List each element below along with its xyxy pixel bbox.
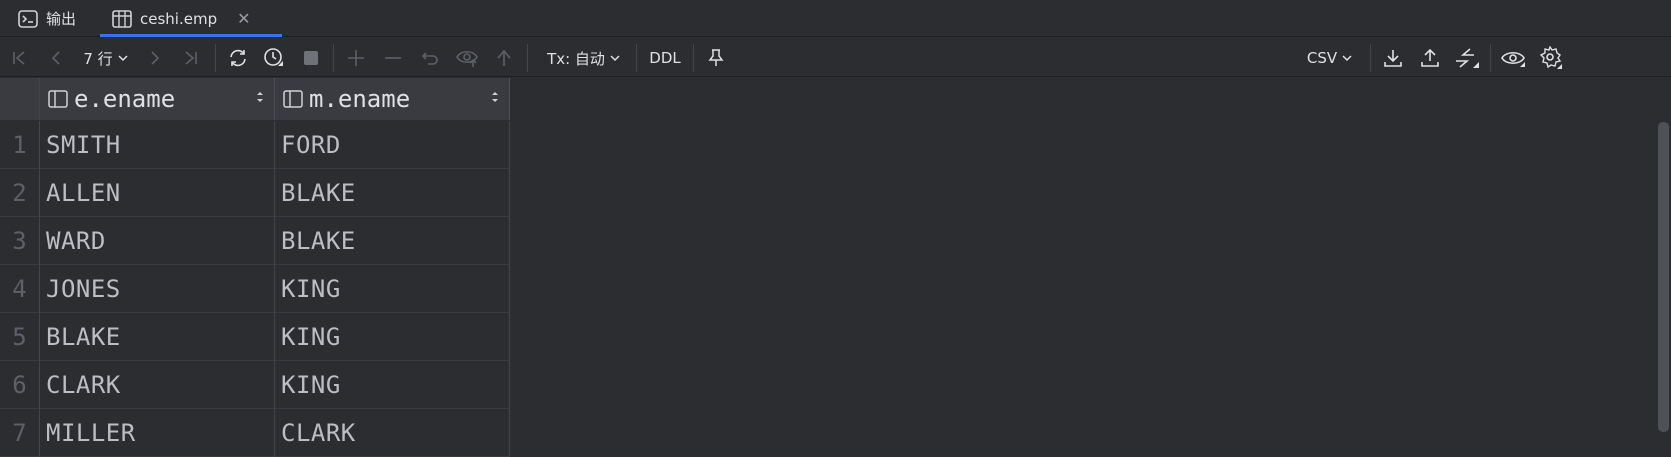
next-page-icon[interactable] [144,46,166,70]
table-row[interactable]: 3 WARD BLAKE [0,217,510,265]
refresh-icon[interactable] [226,46,250,70]
cell-e-ename[interactable]: MILLER [40,409,275,457]
cell-e-ename[interactable]: WARD [40,217,275,265]
cell-e-ename[interactable]: BLAKE [40,313,275,361]
download-icon[interactable] [1381,46,1405,70]
toolbar-separator [527,44,528,72]
toolbar-separator [1490,44,1491,72]
table-icon [112,9,132,28]
export-format-label: CSV [1306,49,1338,67]
column-icon [283,90,303,108]
submit-icon[interactable] [493,46,515,70]
cell-m-ename[interactable]: KING [275,265,510,313]
remove-row-icon[interactable] [382,46,404,70]
sort-icon[interactable] [491,90,499,104]
cell-m-ename[interactable]: BLAKE [275,169,510,217]
cell-e-ename[interactable]: CLARK [40,361,275,409]
table-row[interactable]: 2 ALLEN BLAKE [0,169,510,217]
chevron-down-icon [118,55,128,62]
table-row[interactable]: 4 JONES KING [0,265,510,313]
export-format-dropdown[interactable]: CSV [1303,46,1357,70]
close-icon[interactable]: ✕ [237,9,250,28]
row-count-label: 7 行 [83,49,113,68]
sort-icon[interactable] [256,90,264,104]
grid-corner[interactable] [0,78,40,120]
column-icon [48,90,68,108]
row-number[interactable]: 2 [0,169,40,217]
terminal-icon [18,9,38,28]
add-row-icon[interactable] [345,46,367,70]
clock-icon[interactable] [262,46,286,70]
previous-page-icon[interactable] [45,46,67,70]
tab-output[interactable]: 输出 [18,0,76,37]
table-row[interactable]: 6 CLARK KING [0,361,510,409]
tab-ceshi-emp[interactable]: ceshi.emp ✕ [112,0,251,37]
row-number[interactable]: 5 [0,313,40,361]
cell-e-ename[interactable]: JONES [40,265,275,313]
toolbar-separator [636,44,637,72]
row-number[interactable]: 1 [0,121,40,169]
cell-e-ename[interactable]: ALLEN [40,169,275,217]
cell-m-ename[interactable]: FORD [275,121,510,169]
first-page-icon[interactable] [8,46,30,70]
column-header-label: e.ename [74,85,176,113]
pin-icon[interactable] [705,46,727,70]
last-page-icon[interactable] [180,46,202,70]
vertical-scrollbar[interactable] [1658,122,1669,432]
chevron-down-icon [610,55,620,62]
tab-label: 输出 [46,10,77,28]
editor-tab-bar: 输出 ceshi.emp ✕ [0,0,1671,37]
column-header-m-ename[interactable]: m.ename [275,78,510,120]
chevron-down-icon [1342,55,1352,62]
row-number[interactable]: 4 [0,265,40,313]
toolbar-separator [215,44,216,72]
result-grid: e.ename m.ename 1 SMITH FORD 2 ALLEN BLA… [0,78,1671,457]
result-toolbar: 7 行 Tx: 自动 DDL CSV [0,38,1671,77]
gear-icon[interactable] [1538,46,1564,70]
row-number[interactable]: 3 [0,217,40,265]
revert-icon[interactable] [419,46,441,70]
ddl-button[interactable]: DDL [647,46,683,70]
stop-icon[interactable] [300,46,322,70]
table-row[interactable]: 5 BLAKE KING [0,313,510,361]
cell-m-ename[interactable]: CLARK [275,409,510,457]
row-number[interactable]: 6 [0,361,40,409]
compare-icon[interactable] [1453,46,1481,70]
view-icon[interactable] [1500,46,1526,70]
toolbar-separator [333,44,334,72]
cell-e-ename[interactable]: SMITH [40,121,275,169]
toolbar-separator [693,44,694,72]
table-row[interactable]: 7 MILLER CLARK [0,409,510,457]
column-header-e-ename[interactable]: e.ename [40,78,275,120]
upload-icon[interactable] [1418,46,1442,70]
grid-header: e.ename m.ename [0,78,510,120]
active-tab-indicator [100,34,282,37]
table-row[interactable]: 1 SMITH FORD [0,121,510,169]
toolbar-separator [1370,44,1371,72]
column-header-label: m.ename [309,85,411,113]
row-number[interactable]: 7 [0,409,40,457]
cell-m-ename[interactable]: KING [275,361,510,409]
row-count-dropdown[interactable]: 7 行 [80,46,132,70]
cell-m-ename[interactable]: BLAKE [275,217,510,265]
cell-m-ename[interactable]: KING [275,313,510,361]
tab-label: ceshi.emp [140,9,218,28]
tx-mode-label: Tx: 自动 [547,49,605,68]
tx-mode-dropdown[interactable]: Tx: 自动 [543,46,625,70]
preview-pending-icon[interactable] [455,46,481,70]
